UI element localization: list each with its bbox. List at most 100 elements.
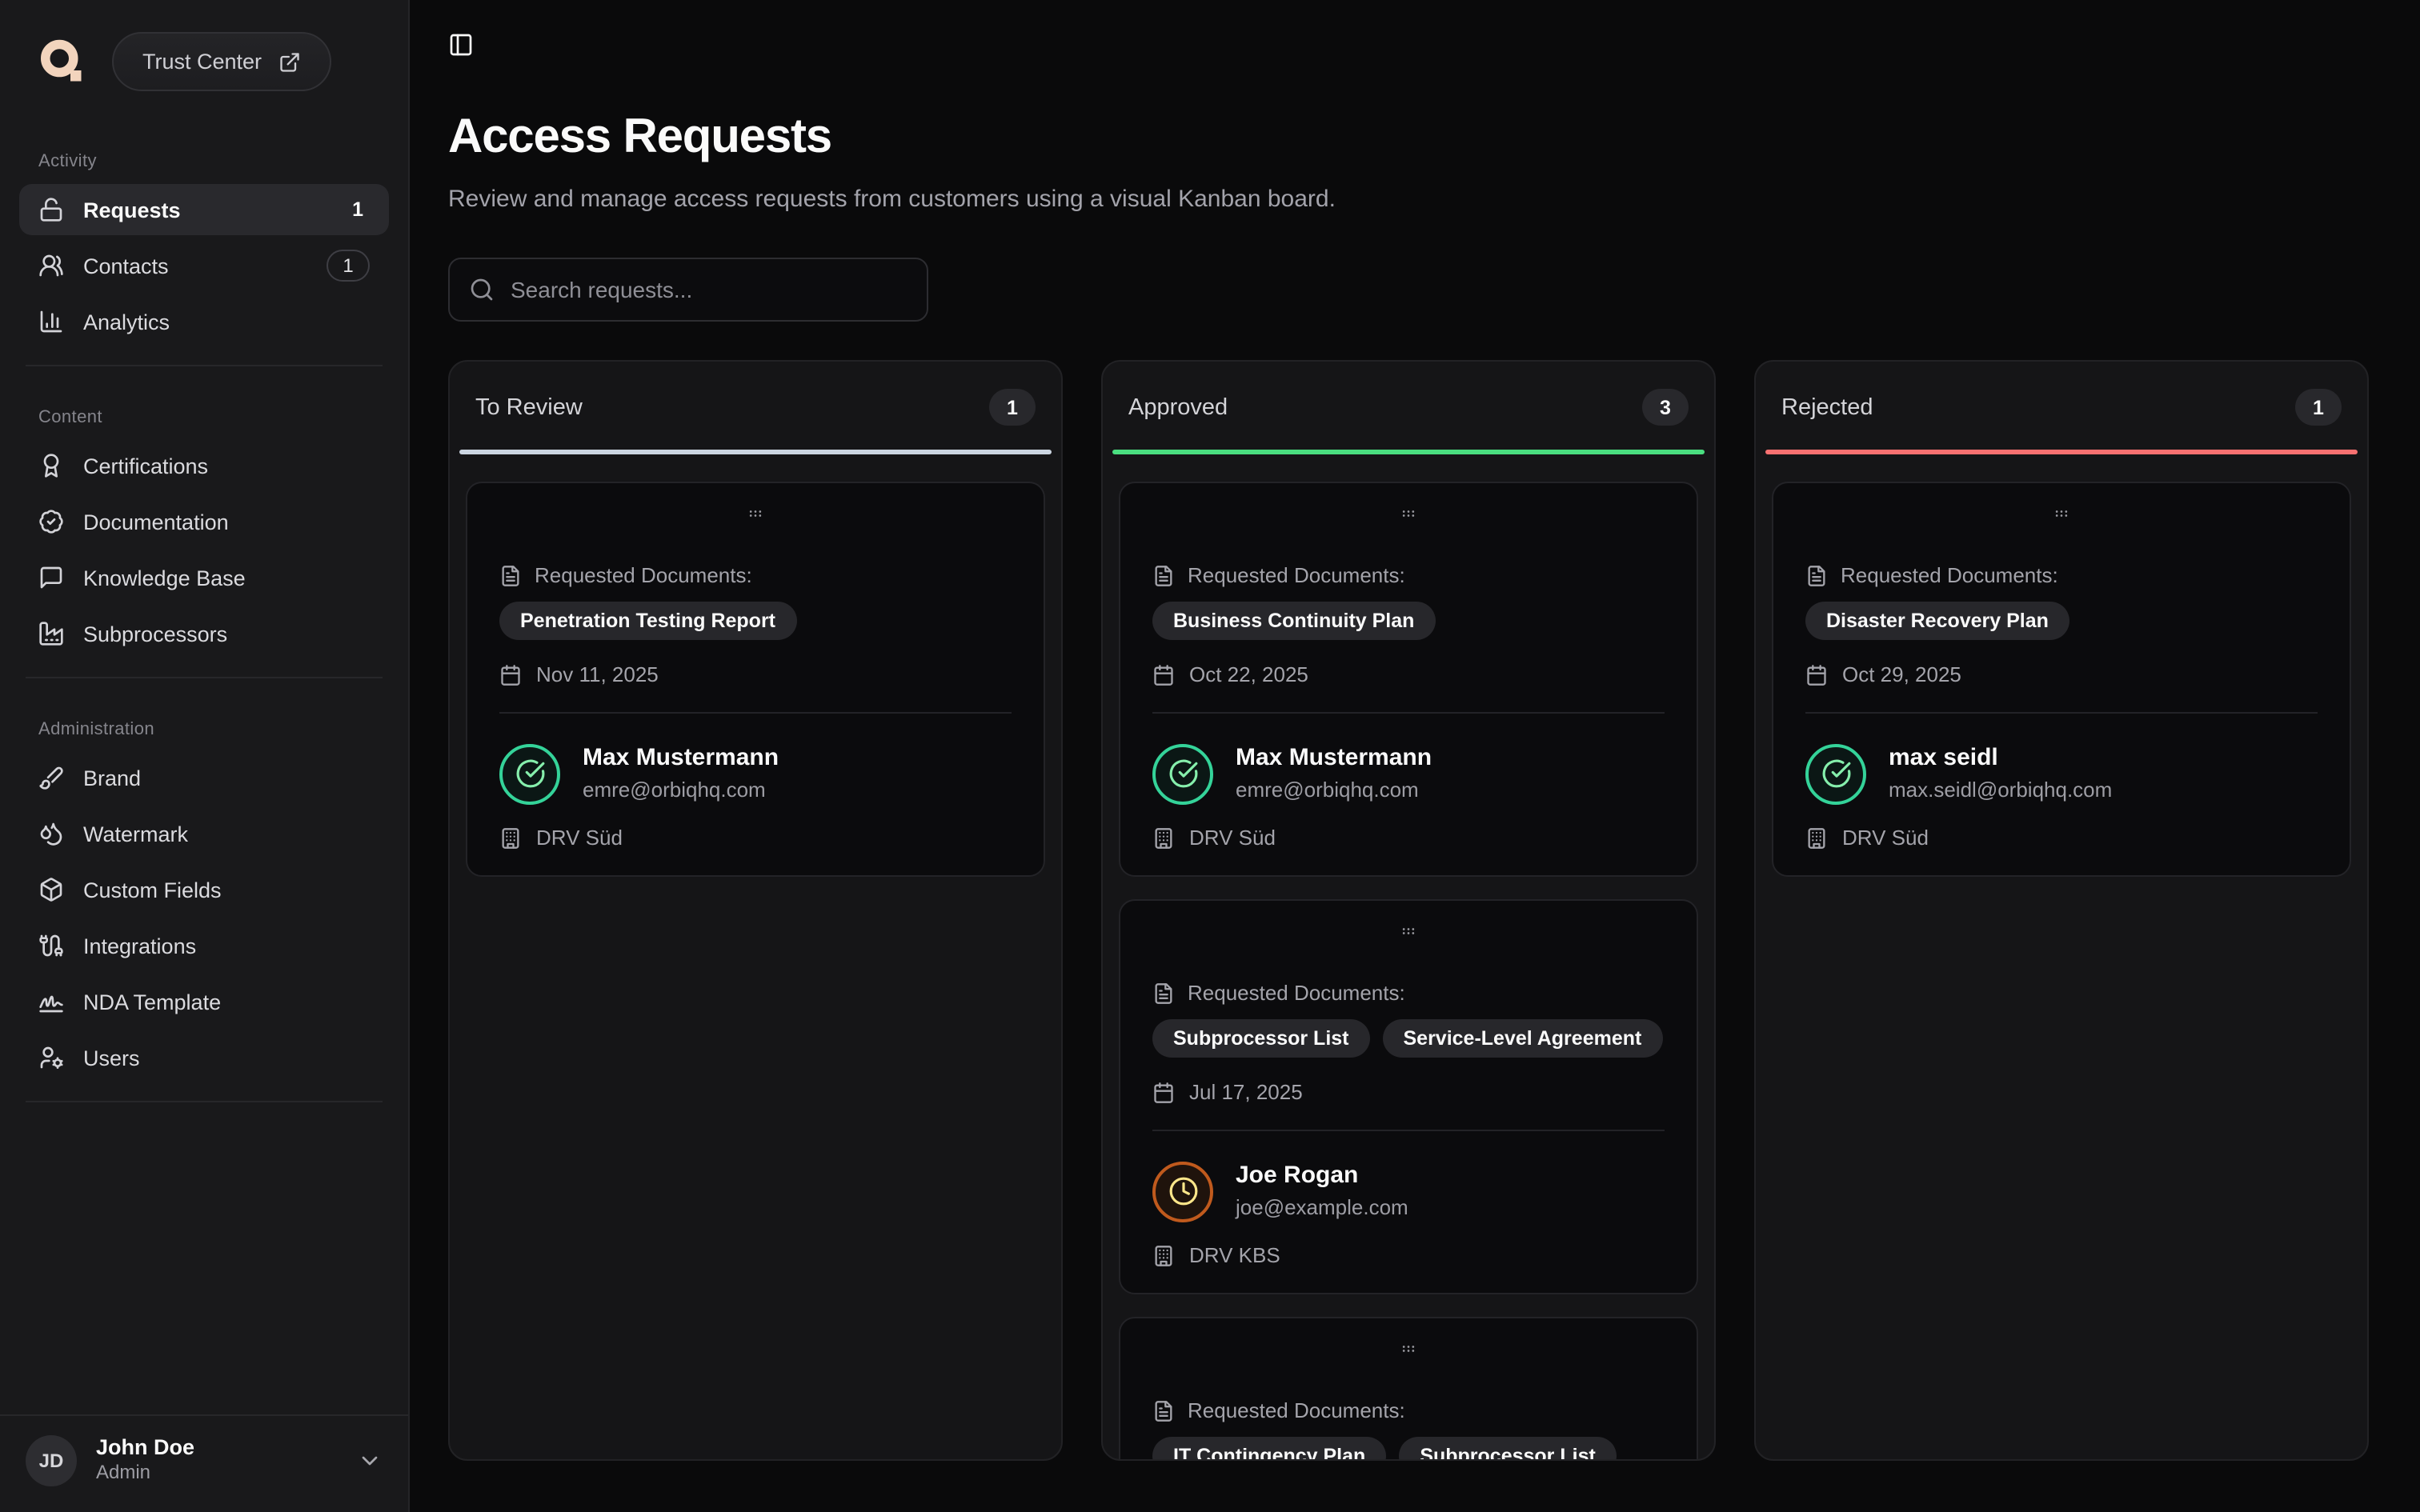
building-icon (1152, 826, 1175, 849)
sidebar-item-subprocessors[interactable]: Subprocessors (19, 608, 389, 659)
sidebar-item-label: Custom Fields (83, 878, 222, 902)
nav-content: Certifications Documentation Knowledge B… (19, 440, 389, 664)
requester-company: DRV KBS (1189, 1243, 1280, 1267)
search-box (448, 258, 928, 322)
circle-check-icon (1168, 758, 1198, 789)
column-title: Approved (1128, 394, 1228, 420)
request-date: Oct 22, 2025 (1189, 662, 1308, 686)
sidebar-item-watermark[interactable]: Watermark (19, 808, 389, 859)
external-link-icon (278, 50, 300, 73)
requester-email: max.seidl@orbiqhq.com (1889, 774, 2112, 805)
sidebar-item-label: Watermark (83, 822, 188, 846)
request-card[interactable]: Requested Documents: Disaster Recovery P… (1772, 482, 2351, 877)
column-count-badge: 1 (989, 389, 1036, 426)
requested-documents-label: Requested Documents: (1188, 1398, 1405, 1422)
requested-documents-label: Requested Documents: (1841, 563, 2058, 587)
document-pill: IT Contingency Plan (1152, 1437, 1386, 1461)
sidebar: Trust Center Activity Requests 1 Contact… (0, 0, 410, 1512)
requester-email: emre@orbiqhq.com (1236, 774, 1432, 805)
app-window: Trust Center Activity Requests 1 Contact… (0, 0, 2420, 1512)
sidebar-item-integrations[interactable]: Integrations (19, 920, 389, 971)
users-icon (38, 253, 64, 278)
sidebar-item-contacts[interactable]: Contacts 1 (19, 240, 389, 291)
avatar: JD (26, 1435, 77, 1486)
drag-handle-icon[interactable] (2049, 506, 2074, 522)
status-avatar (1152, 743, 1213, 804)
requests-count-badge: 1 (352, 198, 370, 221)
nav-administration: Brand Watermark Custom Fields Integratio… (19, 752, 389, 1088)
sidebar-item-label: Subprocessors (83, 622, 227, 646)
signature-icon (38, 989, 64, 1014)
box-icon (38, 877, 64, 902)
drag-handle-icon[interactable] (1396, 923, 1421, 939)
clock-icon (1168, 1176, 1198, 1206)
sidebar-item-analytics[interactable]: Analytics (19, 296, 389, 347)
drag-handle-icon[interactable] (1396, 1341, 1421, 1357)
request-date: Nov 11, 2025 (536, 662, 659, 686)
requested-documents-label: Requested Documents: (535, 563, 752, 587)
requester-company: DRV Süd (1842, 826, 1929, 850)
requester-name: max seidl (1889, 742, 2112, 774)
requester-email: joe@example.com (1236, 1191, 1408, 1222)
sidebar-toggle-icon[interactable] (448, 32, 474, 58)
status-avatar (499, 743, 560, 804)
requester-company: DRV Süd (536, 826, 623, 850)
contacts-count-badge: 1 (327, 250, 370, 282)
sidebar-item-documentation[interactable]: Documentation (19, 496, 389, 547)
sidebar-item-label: Requests (83, 198, 181, 222)
card-divider (499, 712, 1012, 714)
sidebar-item-custom-fields[interactable]: Custom Fields (19, 864, 389, 915)
drag-handle-icon[interactable] (743, 506, 768, 522)
file-text-icon (1805, 564, 1828, 586)
request-card[interactable]: Requested Documents: Business Continuity… (1119, 482, 1698, 877)
requester-company: DRV Süd (1189, 826, 1276, 850)
sidebar-divider (26, 677, 383, 678)
sidebar-item-label: Users (83, 1046, 140, 1070)
kanban-board: To Review 1 Requested Documents: Penetra… (448, 360, 2369, 1461)
request-card[interactable]: Requested Documents: Penetration Testing… (466, 482, 1045, 877)
sidebar-item-requests[interactable]: Requests 1 (19, 184, 389, 235)
sidebar-item-label: Brand (83, 766, 141, 790)
sidebar-item-brand[interactable]: Brand (19, 752, 389, 803)
file-text-icon (1152, 564, 1175, 586)
badge-check-icon (38, 509, 64, 534)
request-card[interactable]: Requested Documents: Subprocessor List S… (1119, 899, 1698, 1294)
requested-documents-label: Requested Documents: (1188, 981, 1405, 1005)
requester-email: emre@orbiqhq.com (583, 774, 779, 805)
sidebar-divider (26, 365, 383, 366)
sidebar-item-certifications[interactable]: Certifications (19, 440, 389, 491)
sidebar-item-label: Integrations (83, 934, 196, 958)
sidebar-item-label: Contacts (83, 254, 169, 278)
calendar-icon (1152, 663, 1175, 686)
building-icon (1805, 826, 1828, 849)
sidebar-item-label: NDA Template (83, 990, 221, 1014)
status-avatar (1805, 743, 1866, 804)
calendar-icon (1805, 663, 1828, 686)
sidebar-item-knowledge-base[interactable]: Knowledge Base (19, 552, 389, 603)
trust-center-button[interactable]: Trust Center (112, 32, 331, 91)
award-icon (38, 453, 64, 478)
brush-icon (38, 765, 64, 790)
search-icon (469, 277, 495, 302)
requester-name: Joe Rogan (1236, 1160, 1408, 1191)
sidebar-section-administration: Administration (19, 720, 389, 739)
file-text-icon (499, 564, 522, 586)
sidebar-item-users[interactable]: Users (19, 1032, 389, 1083)
search-input[interactable] (511, 277, 908, 302)
column-title: To Review (475, 394, 583, 420)
column-count-badge: 3 (1642, 389, 1689, 426)
sidebar-item-nda-template[interactable]: NDA Template (19, 976, 389, 1027)
calendar-icon (1152, 1081, 1175, 1103)
request-card[interactable]: Requested Documents: IT Contingency Plan… (1119, 1317, 1698, 1461)
document-pill: Subprocessor List (1152, 1019, 1370, 1058)
user-menu[interactable]: JD John Doe Admin (0, 1414, 408, 1512)
message-square-icon (38, 565, 64, 590)
chevron-down-icon (357, 1448, 383, 1474)
requester-name: Max Mustermann (1236, 742, 1432, 774)
calendar-icon (499, 663, 522, 686)
sidebar-item-label: Documentation (83, 510, 229, 534)
main-content: Access Requests Review and manage access… (410, 0, 2420, 1512)
user-cog-icon (38, 1045, 64, 1070)
lock-open-icon (38, 197, 64, 222)
drag-handle-icon[interactable] (1396, 506, 1421, 522)
